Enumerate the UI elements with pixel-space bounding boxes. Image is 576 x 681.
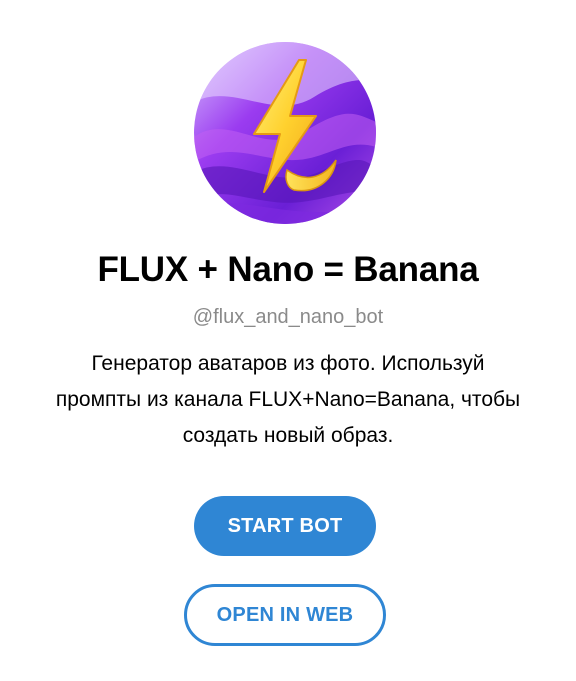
bot-username: @flux_and_nano_bot [192,306,384,328]
description-line: создать новый образ. [182,424,394,447]
bot-title: FLUX + Nano = Banana [97,250,479,289]
start-bot-button[interactable]: START BOT [194,496,376,556]
description-line: промпты из канала FLUX+Nano=Banana, чтоб… [55,388,521,411]
bot-description: Генератор аватаров из фото. Используй пр… [10,346,566,454]
open-in-web-button[interactable]: OPEN IN WEB [184,584,386,646]
description-line: Генератор аватаров из фото. Используй [91,352,485,375]
lightning-banana-icon [194,42,376,224]
bot-avatar [194,42,376,224]
